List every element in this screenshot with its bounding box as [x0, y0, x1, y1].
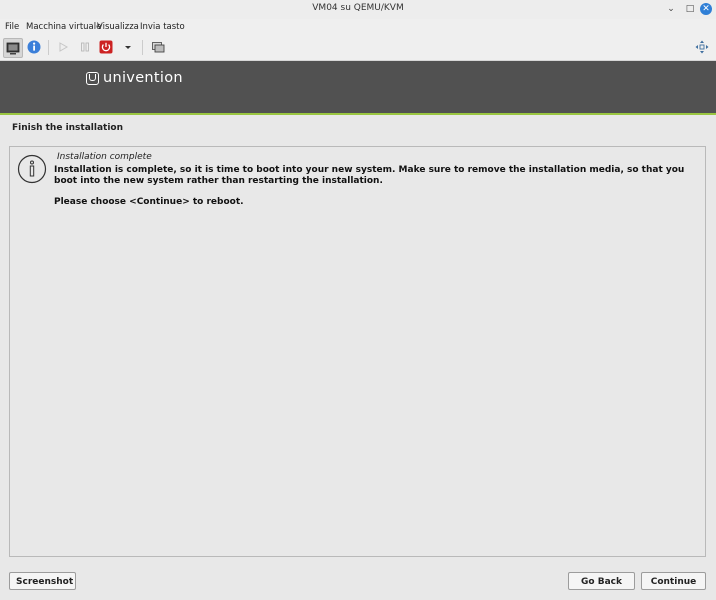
fullscreen-button[interactable]	[693, 38, 711, 56]
details-info-icon	[27, 40, 41, 54]
run-button[interactable]	[54, 38, 72, 56]
toolbar-separator	[142, 40, 143, 55]
display-console-icon	[6, 42, 20, 55]
details-button[interactable]	[25, 38, 43, 56]
pause-button[interactable]	[76, 38, 94, 56]
go-back-button[interactable]: Go Back	[568, 572, 635, 590]
toolbar-separator	[48, 40, 49, 55]
message-text: Installation is complete, so it is time …	[54, 165, 685, 186]
shutdown-icon	[99, 40, 113, 54]
menu-file[interactable]: File	[5, 22, 19, 32]
fullscreen-icon	[695, 40, 709, 54]
menu-view[interactable]: Visualizza	[97, 22, 139, 32]
shutdown-menu-button[interactable]	[119, 38, 137, 56]
snapshot-button[interactable]	[149, 38, 167, 56]
shutdown-menu-arrow-icon	[125, 46, 131, 49]
run-icon	[59, 42, 69, 52]
screenshot-button[interactable]: Screenshot	[9, 572, 76, 590]
univention-logo-mark-icon	[86, 71, 99, 85]
menu-send-key[interactable]: Invia tasto	[140, 22, 185, 32]
message-body: Installation is complete, so it is time …	[54, 165, 702, 218]
univention-logo: univention	[86, 68, 183, 88]
close-button[interactable]: ✕	[700, 3, 712, 15]
window-title: VM04 su QEMU/KVM	[312, 3, 404, 13]
window-titlebar: VM04 su QEMU/KVM ⌄ □ ✕	[0, 0, 716, 20]
guest-display[interactable]: univention Finish the installation Insta…	[0, 61, 716, 600]
continue-button[interactable]: Continue	[641, 572, 706, 590]
message-panel: Installation complete Installation is co…	[9, 146, 706, 557]
toolbar	[0, 35, 716, 61]
menu-virtual-machine[interactable]: Macchina virtuale	[26, 22, 101, 32]
banner-accent-line	[0, 113, 716, 115]
display-console-button[interactable]	[3, 38, 23, 58]
menubar: File Macchina virtuale Visualizza Invia …	[0, 19, 716, 35]
maximize-button[interactable]: □	[683, 2, 697, 16]
shutdown-button[interactable]	[97, 38, 115, 56]
snapshot-icon	[152, 42, 165, 53]
message-title: Installation complete	[57, 152, 152, 162]
page-title: Finish the installation	[12, 123, 124, 133]
minimize-button[interactable]: ⌄	[664, 2, 678, 16]
pause-icon	[81, 42, 89, 52]
brand-name: univention	[103, 70, 183, 86]
installer-banner: univention	[0, 61, 716, 113]
info-icon	[17, 154, 47, 184]
message-instruction: Please choose <Continue> to reboot.	[54, 197, 244, 207]
